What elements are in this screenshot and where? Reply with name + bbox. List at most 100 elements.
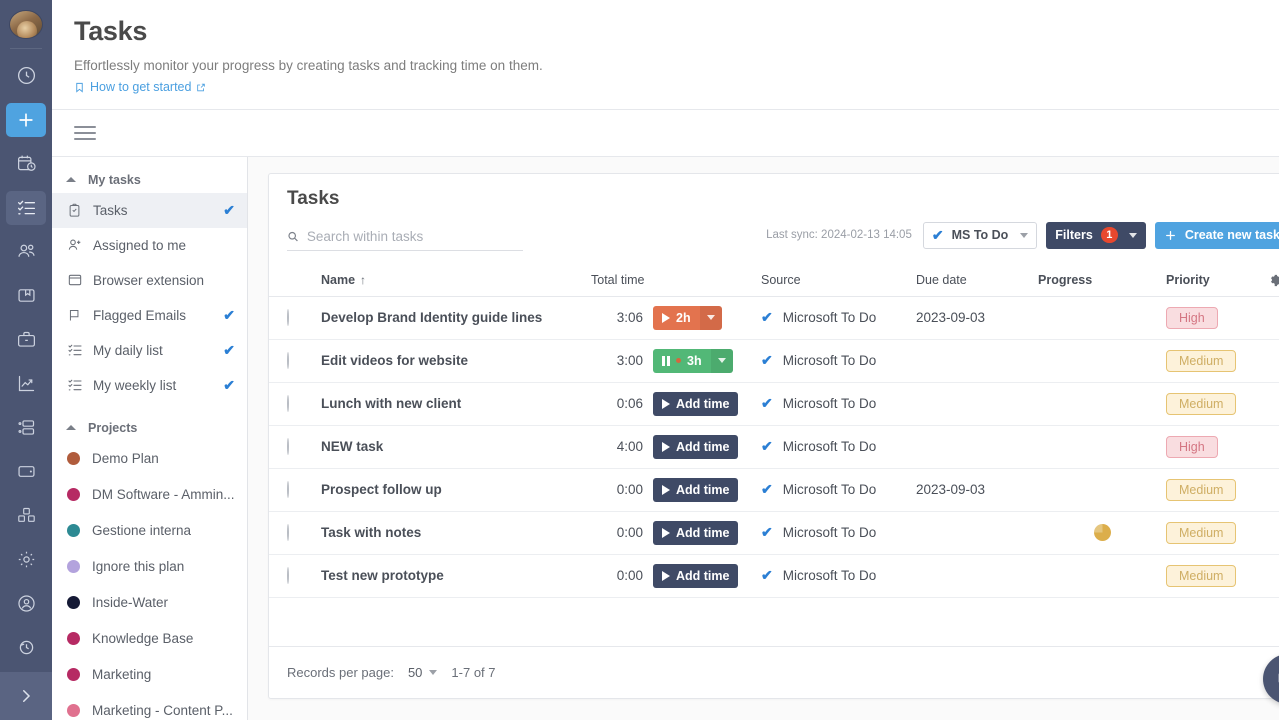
sidebar-project-ignore-this-plan[interactable]: Ignore this plan — [52, 549, 247, 585]
projects-group-header[interactable]: Projects — [52, 415, 247, 441]
chevron-down-icon — [1020, 233, 1028, 238]
sidebar-project-gestione-interna[interactable]: Gestione interna — [52, 513, 247, 549]
sidebar-project-marketing[interactable]: Marketing — [52, 657, 247, 693]
table-settings-gear-icon[interactable] — [1258, 273, 1279, 288]
task-source: Microsoft To Do — [783, 525, 877, 540]
project-label: DM Software - Ammin... — [92, 487, 235, 502]
priority-badge[interactable]: Medium — [1166, 350, 1236, 372]
cubes-icon[interactable] — [6, 498, 46, 532]
column-header-name[interactable]: Name↑ — [321, 273, 591, 287]
server-list-icon[interactable] — [6, 411, 46, 445]
ms-todo-check-icon: ✔ — [932, 227, 944, 244]
records-per-page-dropdown[interactable]: 50 — [408, 665, 437, 680]
table-row[interactable]: Prospect follow up 0:00 Add time ✔Micros… — [269, 469, 1279, 512]
priority-badge[interactable]: High — [1166, 436, 1218, 458]
row-complete-checkbox[interactable] — [287, 567, 289, 584]
project-label: Ignore this plan — [92, 559, 184, 574]
project-color-dot — [67, 668, 80, 681]
column-header-progress[interactable]: Progress — [1038, 273, 1166, 287]
column-header-total-time[interactable]: Total time — [591, 273, 653, 287]
search-input[interactable] — [307, 229, 523, 244]
row-complete-checkbox[interactable] — [287, 524, 289, 541]
gear-icon[interactable] — [6, 542, 46, 576]
user-circle-icon[interactable] — [6, 586, 46, 620]
column-header-source[interactable]: Source — [761, 273, 916, 287]
table-row[interactable]: Task with notes 0:00 Add time ✔Microsoft… — [269, 512, 1279, 555]
add-time-button[interactable]: Add time — [653, 435, 738, 459]
sidebar-project-marketing-content[interactable]: Marketing - Content P... — [52, 693, 247, 720]
row-complete-checkbox[interactable] — [287, 481, 289, 498]
sidebar-project-dm-software[interactable]: DM Software - Ammin... — [52, 477, 247, 513]
play-icon — [662, 399, 670, 409]
chevron-up-icon — [66, 425, 76, 430]
sidebar-item-my-weekly-list[interactable]: My weekly list ✔ — [52, 368, 247, 403]
folder-bookmark-icon[interactable] — [6, 279, 46, 313]
briefcase-icon[interactable] — [6, 323, 46, 357]
play-icon — [662, 313, 670, 323]
table-row[interactable]: Develop Brand Identity guide lines 3:06 … — [269, 297, 1279, 340]
people-icon[interactable] — [6, 235, 46, 269]
sidebar-item-my-daily-list[interactable]: My daily list ✔ — [52, 333, 247, 368]
table-row[interactable]: Edit videos for website 3:00 3h ✔Microso… — [269, 340, 1279, 383]
wallet-icon[interactable] — [6, 454, 46, 488]
row-complete-checkbox[interactable] — [287, 309, 289, 326]
table-row[interactable]: Test new prototype 0:00 Add time ✔Micros… — [269, 555, 1279, 598]
user-avatar[interactable] — [9, 10, 43, 39]
table-row[interactable]: NEW task 4:00 Add time ✔Microsoft To Do — [269, 426, 1279, 469]
add-time-button[interactable]: Add time — [653, 478, 738, 502]
filters-button[interactable]: Filters 1 — [1046, 222, 1146, 249]
menu-hamburger-icon[interactable] — [74, 122, 96, 144]
priority-badge[interactable]: Medium — [1166, 522, 1236, 544]
sidebar-project-knowledge-base[interactable]: Knowledge Base — [52, 621, 247, 657]
task-total-time: 0:06 — [591, 396, 653, 411]
card-title: Tasks — [287, 188, 1279, 210]
source-filter-dropdown[interactable]: ✔ MS To Do — [923, 222, 1037, 249]
expand-chevron-icon[interactable] — [0, 672, 52, 720]
chart-trend-icon[interactable] — [6, 367, 46, 401]
sidebar-item-assigned-to-me[interactable]: Assigned to me — [52, 228, 247, 263]
column-header-due-date[interactable]: Due date — [916, 273, 1038, 287]
checklist-icon[interactable] — [6, 191, 46, 225]
clock-icon[interactable] — [6, 59, 46, 93]
priority-badge[interactable]: Medium — [1166, 565, 1236, 587]
add-time-button[interactable]: Add time — [653, 521, 738, 545]
my-tasks-group-header[interactable]: My tasks — [52, 167, 247, 193]
row-complete-checkbox[interactable] — [287, 438, 289, 455]
project-label: Gestione interna — [92, 523, 191, 538]
task-total-time: 0:00 — [591, 568, 653, 583]
timer-button-paused[interactable]: 3h — [653, 349, 733, 373]
add-time-button[interactable]: Add time — [653, 564, 738, 588]
chevron-down-icon — [718, 358, 726, 363]
sidebar-item-browser-extension[interactable]: Browser extension — [52, 263, 247, 298]
task-source: Microsoft To Do — [783, 353, 877, 368]
plus-icon — [1164, 229, 1177, 242]
project-label: Inside-Water — [92, 595, 168, 610]
pagination-range: 1-7 of 7 — [451, 665, 495, 680]
task-total-time: 3:00 — [591, 353, 653, 368]
project-color-dot — [67, 632, 80, 645]
timer-button-running[interactable]: 2h — [653, 306, 722, 330]
sidebar-project-demo-plan[interactable]: Demo Plan — [52, 441, 247, 477]
task-source: Microsoft To Do — [783, 568, 877, 583]
browser-window-icon — [66, 272, 83, 288]
plus-icon[interactable] — [6, 103, 46, 137]
priority-badge[interactable]: Medium — [1166, 393, 1236, 415]
calendar-clock-icon[interactable] — [6, 147, 46, 181]
priority-badge[interactable]: Medium — [1166, 479, 1236, 501]
column-header-priority[interactable]: Priority — [1166, 273, 1258, 287]
create-new-task-button[interactable]: Create new task — [1155, 222, 1279, 249]
how-to-get-started-link[interactable]: How to get started — [74, 80, 206, 94]
sidebar-item-flagged-emails[interactable]: Flagged Emails ✔ — [52, 298, 247, 333]
play-icon — [662, 442, 670, 452]
add-time-button[interactable]: Add time — [653, 392, 738, 416]
chevron-up-icon — [66, 177, 76, 182]
table-row[interactable]: Lunch with new client 0:06 Add time ✔Mic… — [269, 383, 1279, 426]
sync-check-icon: ✔ — [223, 342, 235, 359]
card-actions: Last sync: 2024-02-13 14:05 ✔ MS To Do F… — [766, 222, 1279, 251]
row-complete-checkbox[interactable] — [287, 395, 289, 412]
history-icon[interactable] — [6, 630, 46, 664]
priority-badge[interactable]: High — [1166, 307, 1218, 329]
sidebar-project-inside-water[interactable]: Inside-Water — [52, 585, 247, 621]
row-complete-checkbox[interactable] — [287, 352, 289, 369]
sidebar-item-tasks[interactable]: Tasks ✔ — [52, 193, 247, 228]
